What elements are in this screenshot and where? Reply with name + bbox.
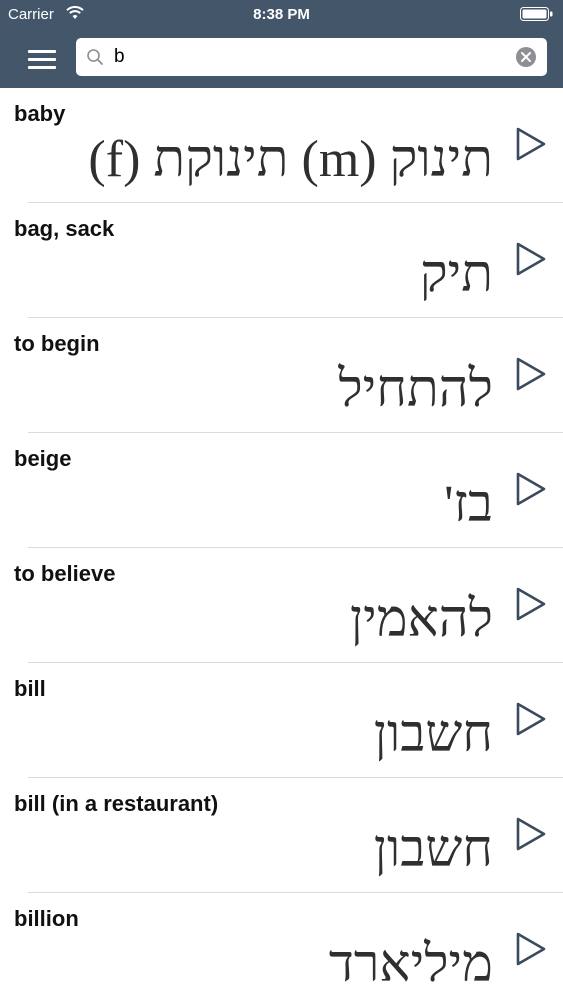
play-icon[interactable] (515, 586, 547, 622)
word-row[interactable]: to believe להאמין (0, 548, 563, 663)
play-icon[interactable] (515, 931, 547, 967)
word-row[interactable]: bill חשבון (0, 663, 563, 778)
play-icon[interactable] (515, 701, 547, 737)
english-word: to believe (14, 561, 116, 586)
english-word: baby (14, 101, 66, 126)
clear-icon[interactable] (516, 47, 536, 67)
hebrew-translation: תיק (419, 246, 493, 303)
play-icon[interactable] (515, 126, 547, 162)
nav-bar (0, 30, 563, 88)
hebrew-translation: חשבון (373, 821, 493, 878)
hebrew-translation: להתחיל (338, 361, 493, 418)
hebrew-translation: בז' (444, 476, 493, 533)
word-row[interactable]: billion מיליארד (0, 893, 563, 1000)
menu-line (28, 50, 56, 53)
play-icon[interactable] (515, 471, 547, 507)
word-row[interactable]: bill (in a restaurant) חשבון (0, 778, 563, 893)
word-row[interactable]: bag, sack תיק (0, 203, 563, 318)
menu-line (28, 58, 56, 61)
word-row[interactable]: beige בז' (0, 433, 563, 548)
english-word: bill (in a restaurant) (14, 791, 219, 816)
hebrew-translation: חשבון (373, 706, 493, 763)
word-row[interactable]: to begin להתחיל (0, 318, 563, 433)
battery-icon (520, 7, 553, 21)
play-icon[interactable] (515, 241, 547, 277)
word-list: baby תינוק (m) תינוקת (f) bag, sack תיק … (0, 88, 563, 1000)
status-bar: Carrier 8:38 PM (0, 0, 563, 30)
hebrew-translation: מיליארד (328, 936, 493, 993)
english-word: bag, sack (14, 216, 115, 241)
play-icon[interactable] (515, 356, 547, 392)
search-icon (87, 49, 103, 65)
search-bar[interactable] (76, 38, 547, 76)
play-icon[interactable] (515, 816, 547, 852)
status-time: 8:38 PM (253, 6, 310, 23)
hamburger-menu-icon[interactable] (22, 44, 62, 74)
english-word: beige (14, 446, 72, 471)
search-input[interactable] (114, 42, 504, 72)
english-word: bill (14, 676, 46, 701)
menu-line (28, 66, 56, 69)
app-window: Carrier 8:38 PM b baby תינוק (m) תינוקת … (0, 0, 563, 1000)
top-bar: Carrier 8:38 PM (0, 0, 563, 88)
word-row[interactable]: baby תינוק (m) תינוקת (f) (0, 88, 563, 203)
clear-x-glyph (521, 52, 531, 62)
hebrew-translation: להאמין (349, 591, 493, 648)
english-word: to begin (14, 331, 100, 356)
hebrew-translation: תינוק (m) תינוקת (f) (88, 131, 493, 188)
english-word: billion (14, 906, 79, 931)
